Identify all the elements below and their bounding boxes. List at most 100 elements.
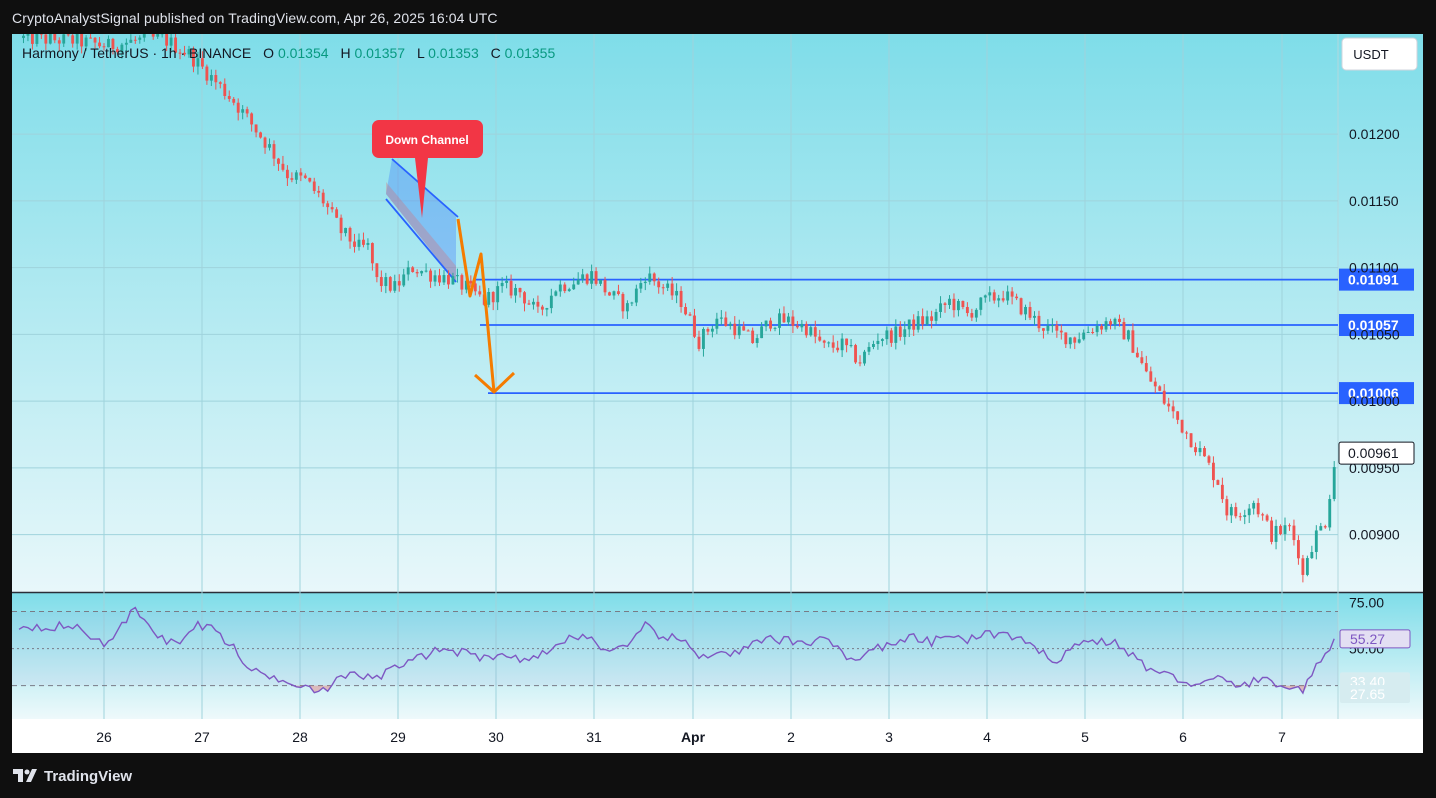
candle-body [755, 338, 759, 344]
candle-body [1207, 456, 1211, 463]
chart-area[interactable]: 26 27 28 29 30 31 Apr 2 3 4 5 6 7 0.01091 0.01057 0.01… [12, 34, 1423, 753]
candle-body [576, 279, 580, 285]
candle-body [39, 34, 43, 35]
candle-body [57, 40, 61, 44]
candle-body [1211, 462, 1215, 481]
candle-body [402, 274, 406, 286]
candle-body [1171, 406, 1175, 412]
candle-body [751, 330, 755, 344]
candle-body [1015, 296, 1019, 299]
candle-body [1274, 525, 1278, 542]
candle-body [393, 281, 397, 291]
currency-button[interactable]: USDT [1341, 37, 1418, 71]
price-tick-4: 0.01100 [1349, 260, 1399, 276]
price-chart[interactable]: 26 27 28 29 30 31 Apr 2 3 4 5 6 7 0.010910.010570.01… [12, 34, 1423, 753]
candle-body [1033, 315, 1036, 318]
candle-body [630, 302, 634, 304]
candle-body [1158, 386, 1162, 391]
candle-body [621, 293, 625, 312]
time-axis-background [12, 719, 1423, 753]
candle-body [388, 277, 392, 291]
symbol-pair[interactable]: Harmony / TetherUS · 1h · BINANCE [22, 45, 251, 61]
candle-body [934, 311, 938, 321]
candle-body [1006, 291, 1010, 301]
candle-body [670, 283, 674, 296]
candle-body [317, 190, 321, 193]
candle-body [1082, 332, 1086, 340]
candle-body [1283, 525, 1287, 535]
tradingview-logo-icon [13, 769, 37, 782]
candle-body [1028, 306, 1032, 318]
candle-body [250, 113, 254, 125]
candle-body [800, 323, 804, 328]
main-pane-background [12, 34, 1423, 592]
candle-body [863, 351, 866, 364]
candle-body [1323, 526, 1327, 528]
candle-body [245, 109, 249, 114]
candle-body [1279, 525, 1282, 535]
price-tick-5: 0.01150 [1349, 193, 1399, 209]
price-tick-3: 0.01050 [1349, 326, 1400, 342]
candle-body [415, 272, 419, 274]
candle-body [1167, 403, 1171, 407]
candle-body [1059, 330, 1063, 333]
candle-body [795, 325, 799, 328]
candle-body [272, 144, 276, 159]
candle-body [1229, 507, 1233, 516]
candle-body [491, 291, 495, 303]
rsi-value-tag-2: 27.65 [1340, 685, 1410, 704]
candle-body [643, 281, 647, 284]
candle-body [1162, 390, 1166, 404]
candle-body [813, 327, 817, 337]
candle-body [872, 344, 875, 347]
candle-body [822, 340, 826, 343]
candle-body [840, 338, 844, 351]
high-label: H [340, 45, 350, 61]
candle [1305, 555, 1309, 577]
candle-body [1104, 321, 1108, 330]
candle-body [836, 347, 840, 351]
candle-body [1122, 322, 1126, 340]
time-tick-12: 7 [1278, 729, 1286, 745]
candle [1189, 433, 1193, 448]
candle-body [433, 275, 437, 282]
candle-body [849, 345, 853, 347]
down-channel-callout-label: Down Channel [385, 133, 468, 147]
candle-body [639, 283, 643, 289]
candle-body [1319, 526, 1323, 531]
candle-body [965, 307, 969, 314]
candle-body [1194, 447, 1197, 453]
candle-body [1310, 552, 1314, 559]
candle-body [66, 34, 70, 36]
candle-body [599, 279, 602, 284]
candle-body [344, 227, 347, 234]
candle-body [684, 307, 687, 315]
price-tick-0: 0.00900 [1349, 527, 1400, 543]
candle-body [1131, 330, 1135, 353]
candle-body [366, 243, 370, 245]
rsi-indicator [12, 606, 1338, 695]
candle-body [558, 284, 562, 292]
candle-body [912, 319, 916, 330]
candle-body [907, 319, 911, 330]
low-label: L [417, 45, 425, 61]
time-tick-9: 4 [983, 729, 991, 745]
currency-button-label[interactable]: USDT [1353, 47, 1388, 62]
candle-body [742, 326, 746, 331]
candle-body [1203, 448, 1206, 457]
candle-body [523, 292, 526, 304]
candle-body [532, 301, 535, 305]
candle-body [1042, 328, 1045, 331]
candle-body [268, 144, 271, 148]
candle-body [1296, 540, 1300, 559]
candle-body [397, 281, 401, 286]
tradingview-footer[interactable]: TradingView [12, 766, 132, 786]
candle-body [1019, 298, 1023, 315]
candle-body [335, 209, 339, 218]
candle-body [603, 279, 607, 293]
ohlc-legend[interactable]: Harmony / TetherUS · 1h · BINANCE O 0.01… [22, 45, 555, 61]
candle [1332, 461, 1336, 502]
tradingview-brand[interactable]: TradingView [44, 768, 132, 785]
candle-body [549, 295, 553, 309]
candle-body [451, 276, 455, 285]
